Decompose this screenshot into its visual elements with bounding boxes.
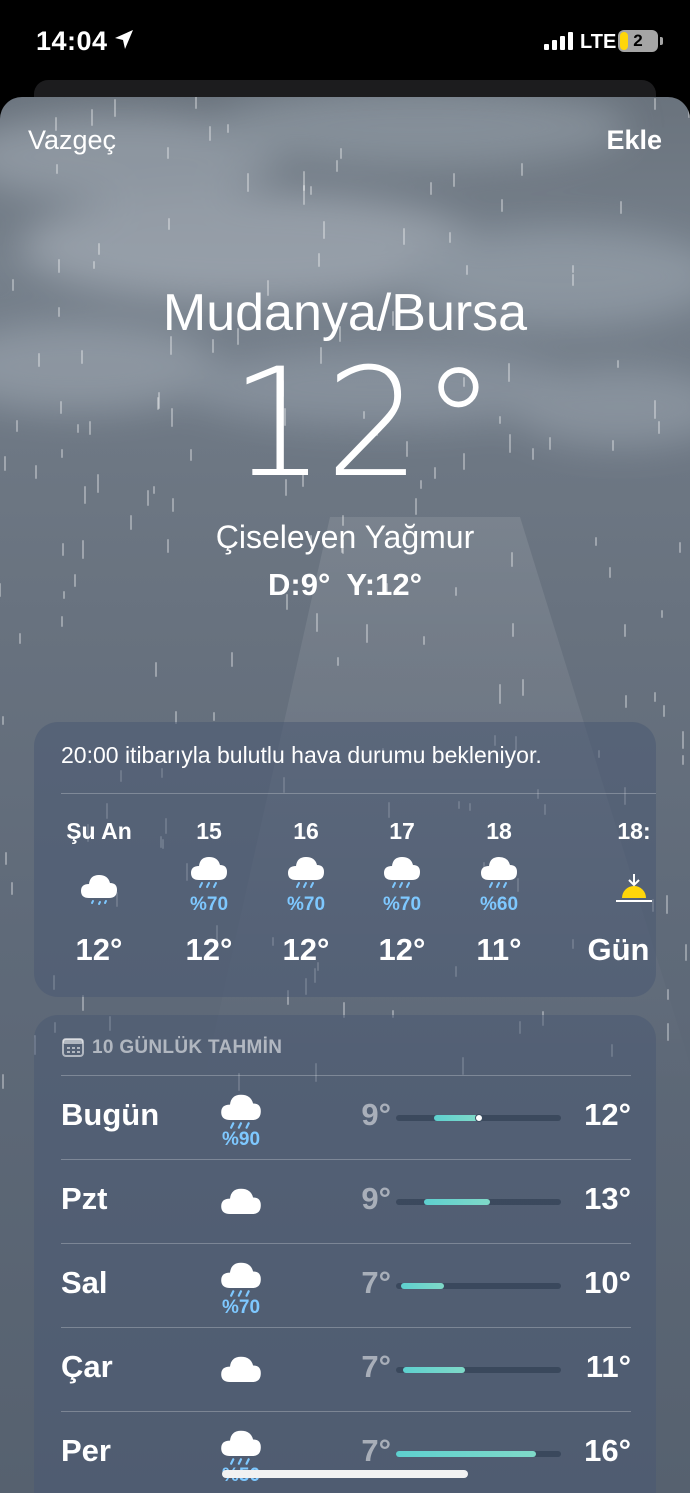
day-row[interactable]: Çar 7° 11° — [61, 1327, 631, 1411]
rain-cloud-icon — [219, 1423, 263, 1467]
temperature-range-bar — [424, 1199, 491, 1205]
hour-label: 18 — [486, 818, 512, 844]
day-high: 10° — [584, 1265, 631, 1300]
hour-temperature: Gün B — [587, 932, 657, 967]
temperature-range-bar — [433, 1115, 479, 1121]
day-row[interactable]: Pzt 9° 13° — [61, 1159, 631, 1243]
current-condition: Çiseleyen Yağmur — [215, 519, 475, 555]
day-high: 11° — [585, 1349, 631, 1384]
rain-cloud-icon — [286, 850, 326, 890]
day-name: Çar — [61, 1349, 113, 1384]
row-divider — [61, 1327, 631, 1328]
drizzle-cloud-icon — [79, 868, 119, 908]
signal-icon — [544, 32, 573, 50]
hourly-forecast-card[interactable]: 20:00 itibarıyla bulutlu hava durumu bek… — [34, 722, 656, 997]
day-low: 7° — [361, 1265, 391, 1300]
hour-temperature: 12° — [282, 932, 330, 967]
low-temperature: D:9° — [268, 567, 331, 602]
row-divider — [61, 1075, 631, 1076]
add-button[interactable]: Ekle — [606, 125, 662, 156]
status-bar: 14:04 LTE 2 — [0, 0, 690, 90]
battery-icon: 2 — [618, 30, 658, 52]
day-high: 16° — [584, 1433, 631, 1468]
temperature-range-track — [396, 1367, 561, 1373]
hour-temperature: 12° — [75, 932, 123, 967]
day-row[interactable]: Per%507°16° — [61, 1411, 631, 1493]
home-indicator[interactable] — [222, 1470, 468, 1478]
rain-cloud-icon — [479, 850, 519, 890]
day-precipitation: %90 — [221, 1129, 261, 1150]
day-name: Per — [61, 1433, 111, 1468]
hour-label: 15 — [196, 818, 222, 844]
current-temperature-marker — [474, 1114, 483, 1122]
hour-label: 16 — [293, 818, 319, 844]
weather-sheet: Vazgeç Ekle Mudanya/Bursa 12° Çiseleyen … — [0, 97, 690, 1493]
hour-precipitation: %70 — [286, 894, 326, 915]
temperature-range-bar — [402, 1367, 466, 1373]
cancel-button[interactable]: Vazgeç — [28, 125, 116, 156]
status-time: 14:04 — [36, 26, 108, 56]
high-temperature: Y:12° — [346, 567, 422, 602]
location-arrow-icon — [115, 30, 133, 49]
day-row[interactable]: Sal %70 7° 10° — [61, 1243, 631, 1327]
temperature-range-track — [396, 1283, 561, 1289]
day-low: 9° — [361, 1181, 391, 1216]
hour-precipitation: %70 — [189, 894, 229, 915]
hour-precipitation: %60 — [479, 894, 519, 915]
hourly-summary: 20:00 itibarıyla bulutlu hava durumu bek… — [61, 742, 542, 768]
hour-label: Şu An — [66, 818, 132, 844]
temperature-range-track — [396, 1451, 561, 1457]
day-low: 9° — [361, 1097, 391, 1132]
hourly-divider — [61, 793, 656, 794]
hour-temperature: 12° — [378, 932, 426, 967]
day-precipitation: %70 — [221, 1297, 261, 1318]
battery-cap — [660, 37, 663, 45]
row-divider — [61, 1243, 631, 1244]
day-name: Bugün — [61, 1097, 160, 1132]
hour-temperature: 12° — [185, 932, 233, 967]
rain-cloud-icon — [382, 850, 422, 890]
temperature-range-track — [396, 1199, 561, 1205]
row-divider — [61, 1159, 631, 1160]
city-name: Mudanya/Bursa — [162, 284, 528, 342]
cloud-icon — [219, 1349, 263, 1393]
day-high: 13° — [584, 1181, 631, 1216]
daily-forecast-card[interactable]: 10 GÜNLÜK TAHMİN Bugün %90 9° 12° Pzt 9° 13° Sa… — [34, 1015, 656, 1493]
temperature-range-bar — [396, 1451, 537, 1457]
rain-cloud-icon — [189, 850, 229, 890]
current-temperature: 12° — [230, 337, 496, 511]
battery-label: 2 — [633, 31, 643, 50]
day-row[interactable]: Bugün %90 9° 12° — [61, 1075, 631, 1159]
calendar-icon — [62, 1038, 84, 1057]
sunset-icon — [614, 868, 654, 908]
temperature-range-track — [396, 1114, 561, 1122]
hour-label: 18: — [617, 818, 651, 844]
day-high: 12° — [584, 1097, 631, 1132]
cloud-icon — [219, 1181, 263, 1225]
temperature-range-bar — [400, 1283, 444, 1289]
high-low: D:9° Y:12° — [0, 567, 690, 603]
network-type: LTE — [580, 31, 617, 53]
day-name: Sal — [61, 1265, 108, 1300]
day-low: 7° — [361, 1433, 391, 1468]
rain-cloud-icon — [219, 1087, 263, 1131]
hour-precipitation: %70 — [382, 894, 422, 915]
row-divider — [61, 1411, 631, 1412]
day-low: 7° — [361, 1349, 391, 1384]
rain-cloud-icon — [219, 1255, 263, 1299]
hour-label: 17 — [389, 818, 415, 844]
day-name: Pzt — [61, 1181, 108, 1216]
hour-temperature: 11° — [476, 932, 522, 967]
daily-header: 10 GÜNLÜK TAHMİN — [92, 1037, 283, 1058]
